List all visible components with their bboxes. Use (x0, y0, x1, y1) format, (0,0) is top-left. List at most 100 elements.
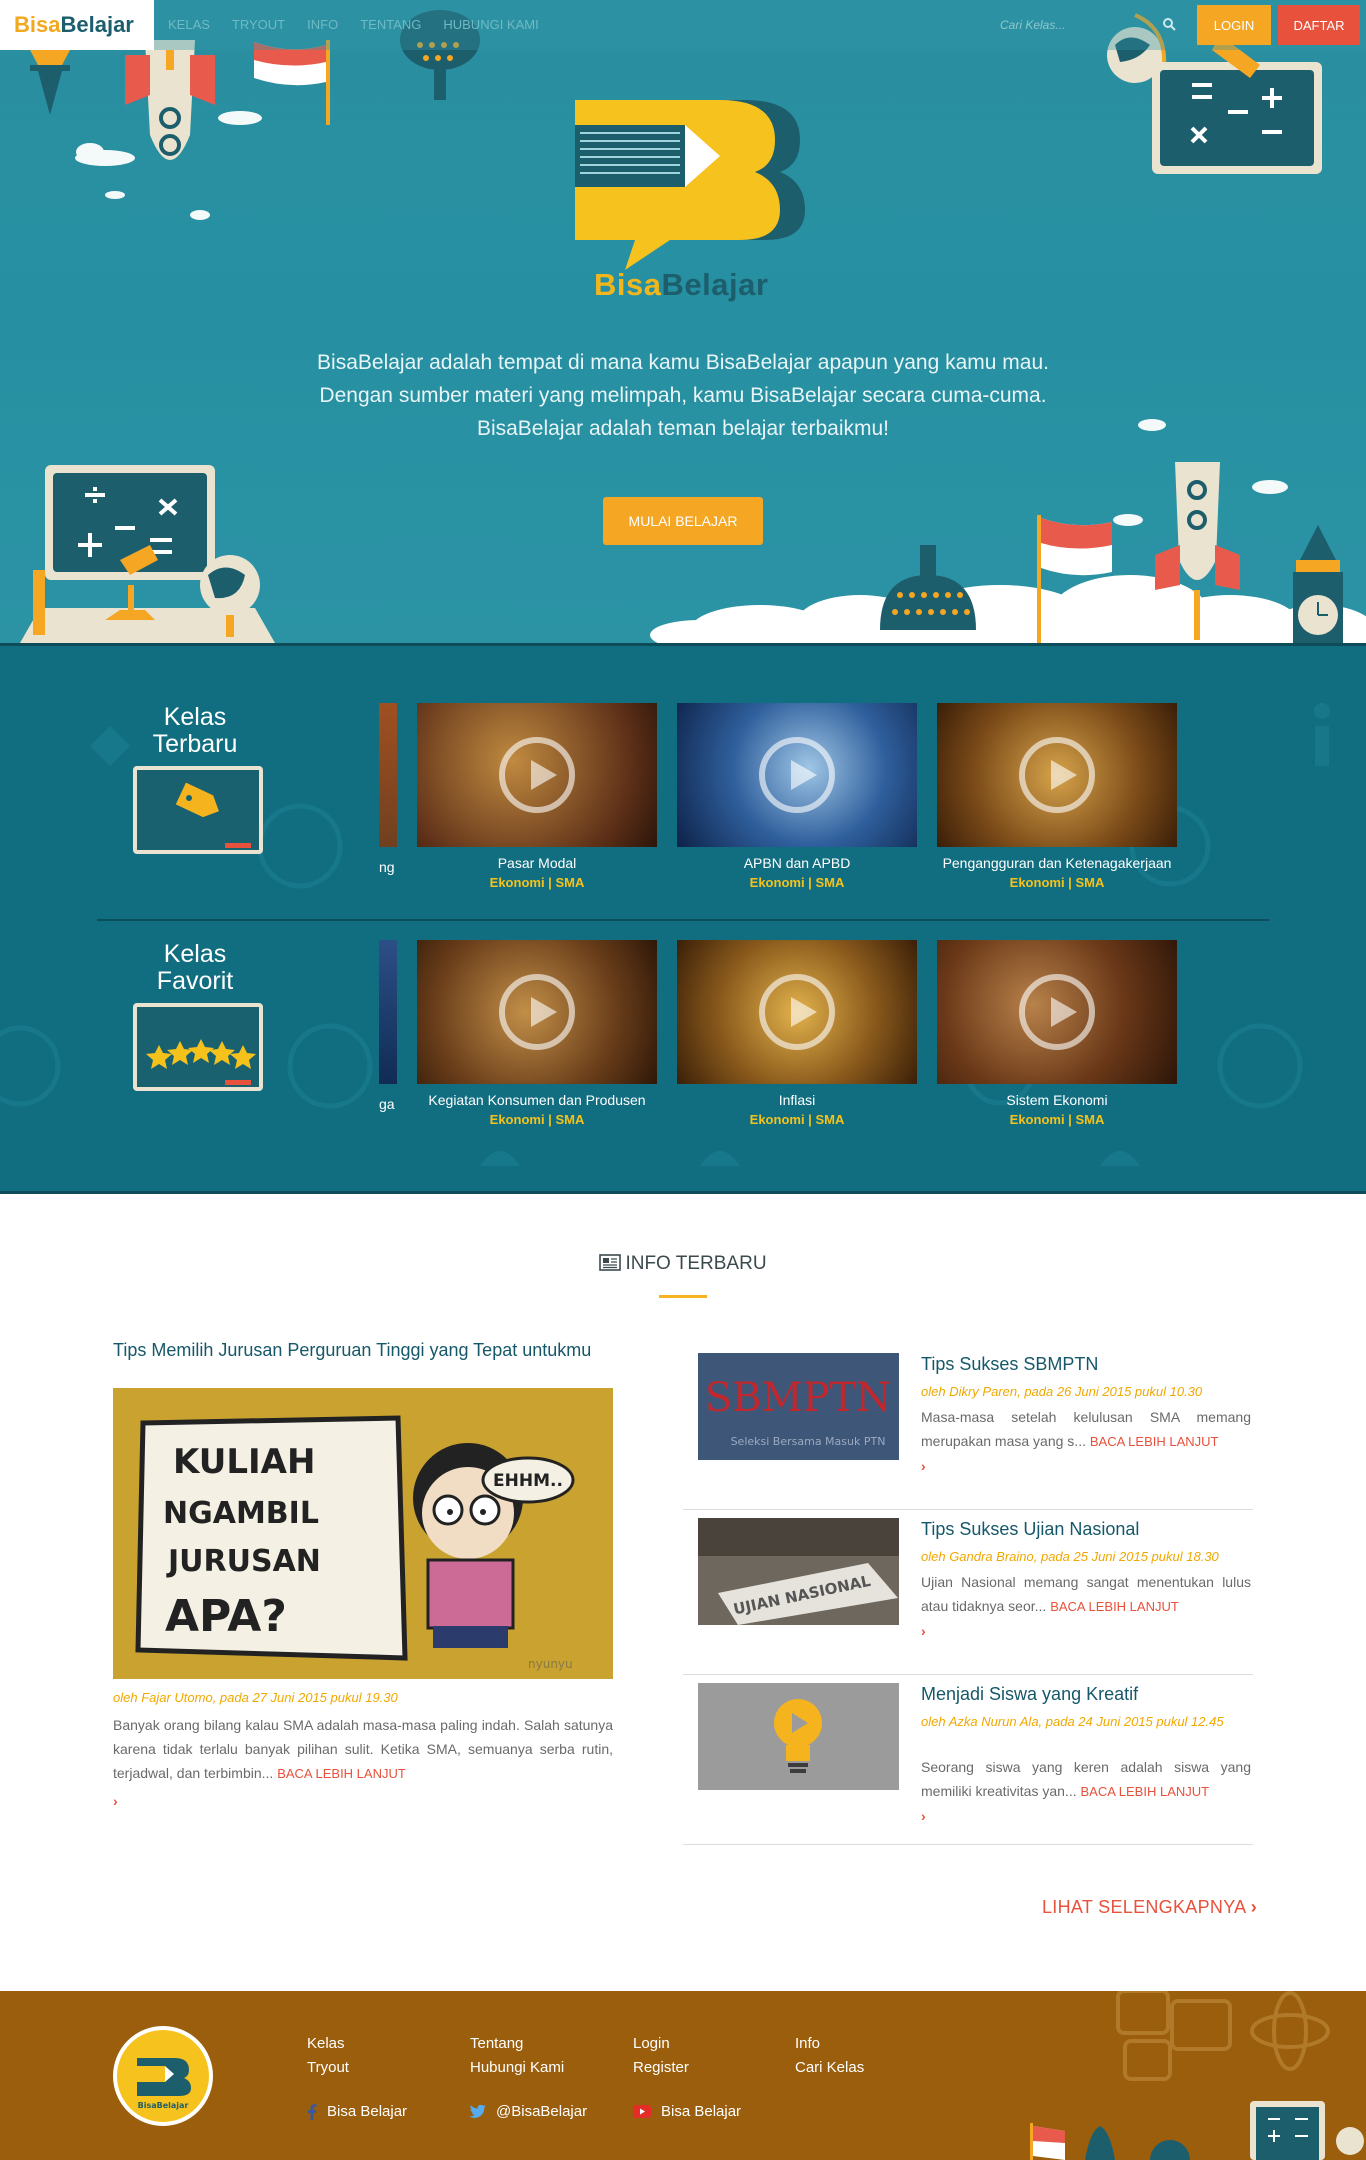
kelas-card[interactable]: Pasar Modal Ekonomi | SMA (417, 703, 657, 890)
featured-post-title[interactable]: Tips Memilih Jurusan Perguruan Tinggi ya… (113, 1340, 613, 1360)
side-post-image[interactable]: UJIAN NASIONAL (698, 1518, 899, 1625)
play-icon[interactable] (499, 974, 575, 1050)
side-post-excerpt: Ujian Nasional memang sangat menentukan … (921, 1570, 1251, 1643)
meta-separator: | (544, 875, 556, 890)
kelas-card-title[interactable]: APBN dan APBD (677, 855, 917, 871)
read-more-link[interactable]: BACA LEBIH LANJUT (1050, 1599, 1179, 1614)
kelas-card-subject: Ekonomi (489, 875, 545, 890)
play-icon[interactable] (1019, 737, 1095, 813)
kelas-card-thumbnail[interactable] (937, 940, 1177, 1084)
kelas-card-meta: Ekonomi | SMA (937, 875, 1177, 890)
featured-post-image[interactable]: EHHM.. KULIAH NGAMBIL JURUSAN APA? nyuny… (113, 1388, 613, 1679)
chalk-decor (225, 1080, 251, 1085)
kelas-card-level: SMA (555, 875, 585, 890)
nav-link-tentang[interactable]: TENTANG (360, 0, 443, 50)
footer-twitter-link[interactable]: @BisaBelajar (470, 2103, 587, 2120)
nav-link-info[interactable]: INFO (307, 0, 360, 50)
comic-illustration: EHHM.. KULIAH NGAMBIL JURUSAN APA? nyuny… (113, 1388, 613, 1679)
hero-tagline-line: Dengan sumber materi yang melimpah, kamu… (319, 384, 1047, 407)
hero-illustration (20, 10, 1366, 643)
kelas-card[interactable]: Inflasi Ekonomi | SMA (677, 940, 917, 1127)
nav-links: KELAS TRYOUT INFO TENTANG HUBUNGI KAMI (168, 0, 561, 50)
kelas-favorit-line2: Favorit (156, 967, 234, 995)
tag-icon (175, 782, 219, 818)
kelas-card-level: SMA (1075, 875, 1105, 890)
youtube-label: Bisa Belajar (661, 2103, 742, 2120)
hero-section: BisaBelajar BisaBelajar adalah tempat di… (0, 0, 1366, 643)
chevron-right-icon[interactable]: › (113, 1793, 118, 1809)
kelas-card-thumbnail[interactable] (417, 703, 657, 847)
play-icon[interactable] (1019, 974, 1095, 1050)
play-icon[interactable] (499, 737, 575, 813)
play-icon[interactable] (759, 974, 835, 1050)
hero-tagline-line: BisaBelajar adalah tempat di mana kamu B… (317, 351, 1049, 374)
kelas-card-subject: Ekonomi (749, 875, 805, 890)
footer: BisaBelajar Kelas Tryout Tentang Hubungi… (0, 1991, 1366, 2160)
footer-logo[interactable]: BisaBelajar (113, 2026, 213, 2126)
read-more-link[interactable]: BACA LEBIH LANJUT (277, 1766, 406, 1781)
side-post-image[interactable]: SBMPTN Seleksi Bersama Masuk PTN (698, 1353, 899, 1460)
footer-logo-mark: BisaBelajar (137, 2058, 191, 2110)
side-post-title[interactable]: Tips Sukses SBMPTN (921, 1354, 1251, 1375)
card-partial-caption: ga (379, 1096, 395, 1112)
chevron-right-icon: › (1250, 1897, 1258, 1917)
login-button[interactable]: LOGIN (1197, 5, 1271, 45)
footer-link-kelas[interactable]: Kelas (307, 2035, 345, 2052)
kelas-card-thumbnail[interactable] (417, 940, 657, 1084)
kelas-card-title[interactable]: Inflasi (677, 1092, 917, 1108)
search-input[interactable]: Cari Kelas... (1000, 14, 1176, 36)
footer-logo-part2: Belajar (157, 2101, 189, 2110)
side-post-excerpt: Seorang siswa yang keren adalah siswa ya… (921, 1755, 1251, 1828)
facebook-icon (308, 2103, 317, 2120)
kelas-card[interactable]: Pengangguran dan Ketenagakerjaan Ekonomi… (937, 703, 1177, 890)
footer-link-tentang[interactable]: Tentang (470, 2035, 523, 2052)
side-post-byline: oleh Dikry Paren, pada 26 Juni 2015 puku… (921, 1384, 1203, 1399)
kelas-section: Kelas Terbaru ng Pasar Modal Ekonomi | S… (0, 643, 1366, 1194)
brand-logo[interactable]: Bisa Belajar (0, 0, 154, 50)
nav-link-hubungi-kami[interactable]: HUBUNGI KAMI (443, 0, 560, 50)
footer-link-cari-kelas[interactable]: Cari Kelas (795, 2059, 864, 2076)
kelas-card[interactable]: Sistem Ekonomi Ekonomi | SMA (937, 940, 1177, 1127)
see-all-link[interactable]: LIHAT SELENGKAPNYA › (1042, 1897, 1257, 1918)
meta-separator: | (804, 1112, 816, 1127)
read-more-link[interactable]: BACA LEBIH LANJUT (1080, 1784, 1209, 1799)
search-icon[interactable] (1162, 17, 1176, 31)
kelas-card-title[interactable]: Pasar Modal (417, 855, 657, 871)
meta-separator: | (544, 1112, 556, 1127)
comic-line: APA? (165, 1591, 287, 1642)
side-post-title[interactable]: Tips Sukses Ujian Nasional (921, 1519, 1251, 1540)
footer-link-register[interactable]: Register (633, 2059, 689, 2076)
kelas-card-level: SMA (815, 875, 845, 890)
kelas-terbaru-line1: Kelas (163, 703, 227, 731)
kelas-card-thumbnail[interactable] (937, 703, 1177, 847)
mulai-belajar-button[interactable]: MULAI BELAJAR (603, 497, 763, 545)
kelas-card-title[interactable]: Pengangguran dan Ketenagakerjaan (937, 855, 1177, 871)
youtube-icon (633, 2105, 651, 2118)
footer-link-tryout[interactable]: Tryout (307, 2059, 349, 2076)
kelas-card-title[interactable]: Sistem Ekonomi (937, 1092, 1177, 1108)
chevron-right-icon[interactable]: › (921, 1454, 1251, 1478)
side-post-byline: oleh Azka Nurun Ala, pada 24 Juni 2015 p… (921, 1714, 1224, 1729)
footer-link-info[interactable]: Info (795, 2035, 820, 2052)
kelas-card-thumbnail[interactable] (677, 703, 917, 847)
footer-youtube-link[interactable]: Bisa Belajar (633, 2103, 741, 2120)
footer-link-hubungi-kami[interactable]: Hubungi Kami (470, 2059, 564, 2076)
kelas-card-thumbnail[interactable] (677, 940, 917, 1084)
side-post-title[interactable]: Menjadi Siswa yang Kreatif (921, 1684, 1251, 1705)
read-more-link[interactable]: BACA LEBIH LANJUT (1090, 1434, 1219, 1449)
play-icon[interactable] (759, 737, 835, 813)
kelas-favorit-heading: Kelas Favorit (110, 941, 280, 995)
footer-link-login[interactable]: Login (633, 2035, 670, 2052)
side-post-image[interactable] (698, 1683, 899, 1790)
kelas-card[interactable]: APBN dan APBD Ekonomi | SMA (677, 703, 917, 890)
footer-facebook-link[interactable]: Bisa Belajar (307, 2103, 407, 2120)
daftar-button[interactable]: DAFTAR (1278, 5, 1360, 45)
kelas-card-title[interactable]: Kegiatan Konsumen dan Produsen (417, 1092, 657, 1108)
kelas-card[interactable]: Kegiatan Konsumen dan Produsen Ekonomi |… (417, 940, 657, 1127)
chevron-right-icon[interactable]: › (921, 1619, 1251, 1643)
nav-link-tryout[interactable]: TRYOUT (232, 0, 307, 50)
featured-post-excerpt: Banyak orang bilang kalau SMA adalah mas… (113, 1713, 613, 1786)
kelas-favorit-line1: Kelas (163, 940, 227, 968)
nav-link-kelas[interactable]: KELAS (168, 0, 232, 50)
chevron-right-icon[interactable]: › (921, 1804, 1251, 1828)
